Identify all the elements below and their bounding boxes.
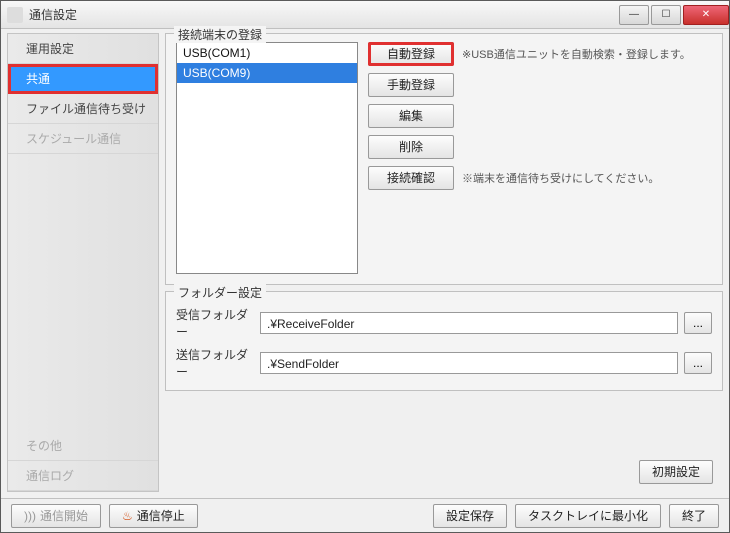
sidebar-item-operation[interactable]: 運用設定: [8, 34, 158, 64]
save-settings-button[interactable]: 設定保存: [433, 504, 507, 528]
sidebar-item-other[interactable]: その他: [8, 431, 158, 461]
sidebar-item-common[interactable]: 共通: [8, 64, 158, 94]
folder-groupbox: フォルダー設定 受信フォルダー .¥ReceiveFolder ... 送信フォ…: [165, 291, 723, 391]
flame-icon: ♨: [122, 505, 133, 527]
minimize-tray-button[interactable]: タスクトレイに最小化: [515, 504, 661, 528]
edit-button[interactable]: 編集: [368, 104, 454, 128]
recv-browse-button[interactable]: ...: [684, 312, 712, 334]
sidebar-item-commlog[interactable]: 通信ログ: [8, 461, 158, 491]
auto-hint: ※USB通信ユニットを自動検索・登録します。: [462, 46, 691, 62]
manual-register-button[interactable]: 手動登録: [368, 73, 454, 97]
send-folder-input[interactable]: .¥SendFolder: [260, 352, 678, 374]
window: 通信設定 — ☐ ✕ 運用設定 共通 ファイル通信待ち受け スケジュール通信 そ…: [0, 0, 730, 533]
check-hint: ※端末を通信待ち受けにしてください。: [462, 170, 659, 186]
reset-defaults-button[interactable]: 初期設定: [639, 460, 713, 484]
device-group-title: 接続端末の登録: [174, 26, 266, 43]
device-list[interactable]: USB(COM1) USB(COM9): [176, 42, 358, 274]
list-item[interactable]: USB(COM1): [177, 43, 357, 63]
comm-stop-button[interactable]: ♨ 通信停止: [109, 504, 198, 528]
minimize-window-button[interactable]: —: [619, 5, 649, 25]
sidebar-item-filecomm[interactable]: ファイル通信待ち受け: [8, 94, 158, 124]
window-title: 通信設定: [29, 6, 617, 23]
send-browse-button[interactable]: ...: [684, 352, 712, 374]
app-icon: [7, 7, 23, 23]
check-connection-button[interactable]: 接続確認: [368, 166, 454, 190]
folder-group-title: フォルダー設定: [174, 284, 266, 301]
auto-register-button[interactable]: 自動登録: [368, 42, 454, 66]
comm-start-button[interactable]: ))) 通信開始: [11, 504, 101, 528]
send-folder-label: 送信フォルダー: [176, 346, 254, 380]
sidebar-item-schedule[interactable]: スケジュール通信: [8, 124, 158, 154]
recv-folder-input[interactable]: .¥ReceiveFolder: [260, 312, 678, 334]
device-groupbox: 接続端末の登録 USB(COM1) USB(COM9) 自動登録 ※USB通信ユ…: [165, 33, 723, 285]
footer: ))) 通信開始 ♨ 通信停止 設定保存 タスクトレイに最小化 終了: [1, 498, 729, 532]
maximize-window-button[interactable]: ☐: [651, 5, 681, 25]
close-window-button[interactable]: ✕: [683, 5, 729, 25]
exit-button[interactable]: 終了: [669, 504, 719, 528]
signal-icon: ))): [24, 505, 36, 527]
sidebar: 運用設定 共通 ファイル通信待ち受け スケジュール通信 その他 通信ログ: [7, 33, 159, 492]
list-item[interactable]: USB(COM9): [177, 63, 357, 83]
content: 接続端末の登録 USB(COM1) USB(COM9) 自動登録 ※USB通信ユ…: [165, 33, 723, 492]
delete-button[interactable]: 削除: [368, 135, 454, 159]
titlebar: 通信設定 — ☐ ✕: [1, 1, 729, 29]
recv-folder-label: 受信フォルダー: [176, 306, 254, 340]
